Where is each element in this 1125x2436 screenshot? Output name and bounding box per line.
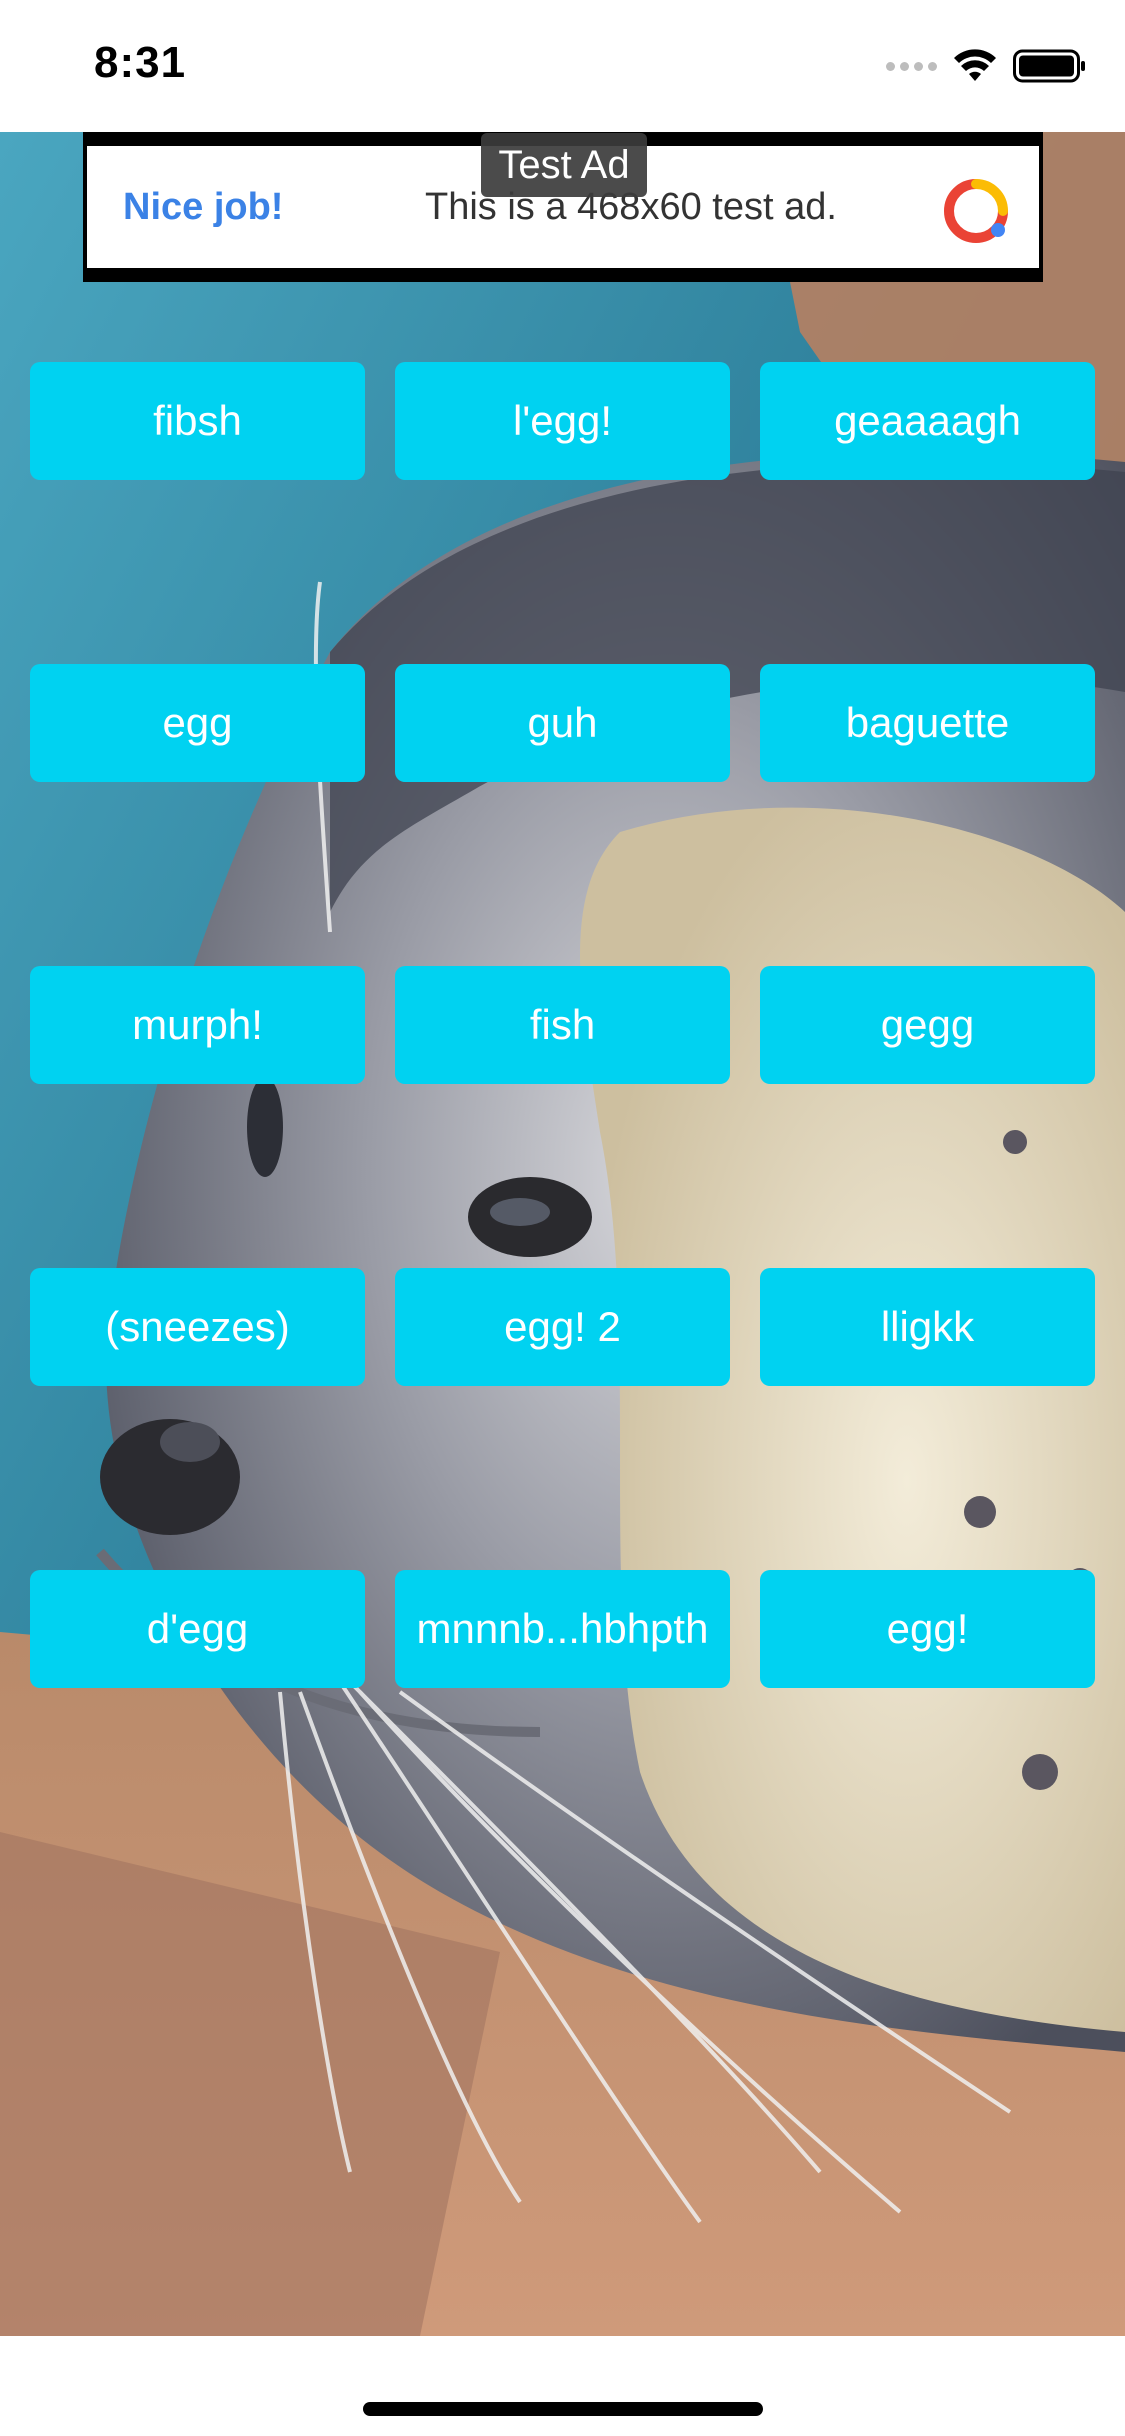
sound-button-guh[interactable]: guh (395, 664, 730, 782)
wifi-icon (954, 49, 996, 81)
status-time: 8:31 (94, 38, 187, 87)
bottom-safe-area (0, 2336, 1125, 2436)
sound-button-egg-2[interactable]: egg! 2 (395, 1268, 730, 1386)
sound-button-egg-exclaim[interactable]: egg! (760, 1570, 1095, 1688)
ad-logo-icon[interactable] (943, 178, 1009, 244)
sound-button-gegg[interactable]: gegg (760, 966, 1095, 1084)
sound-button-baguette[interactable]: baguette (760, 664, 1095, 782)
sound-button-mnnnb-hbhpth[interactable]: mnnnb...hbhpth (395, 1570, 730, 1688)
sound-button-lligkk[interactable]: lligkk (760, 1268, 1095, 1386)
sound-button-sneezes[interactable]: (sneezes) (30, 1268, 365, 1386)
sound-button-fibsh[interactable]: fibsh (30, 362, 365, 480)
test-ad-label: Test Ad (481, 133, 647, 197)
battery-icon (1013, 49, 1085, 83)
sound-button-legg[interactable]: l'egg! (395, 362, 730, 480)
sound-button-murph[interactable]: murph! (30, 966, 365, 1084)
ad-headline[interactable]: Nice job! (123, 186, 283, 229)
sound-button-degg[interactable]: d'egg (30, 1570, 365, 1688)
home-indicator[interactable] (363, 2402, 763, 2416)
status-bar: 8:31 (0, 0, 1125, 132)
sound-button-geaaaagh[interactable]: geaaaagh (760, 362, 1095, 480)
status-icons (886, 46, 1087, 86)
sound-button-egg[interactable]: egg (30, 664, 365, 782)
sound-button-fish[interactable]: fish (395, 966, 730, 1084)
cellular-signal-icon (886, 61, 937, 71)
